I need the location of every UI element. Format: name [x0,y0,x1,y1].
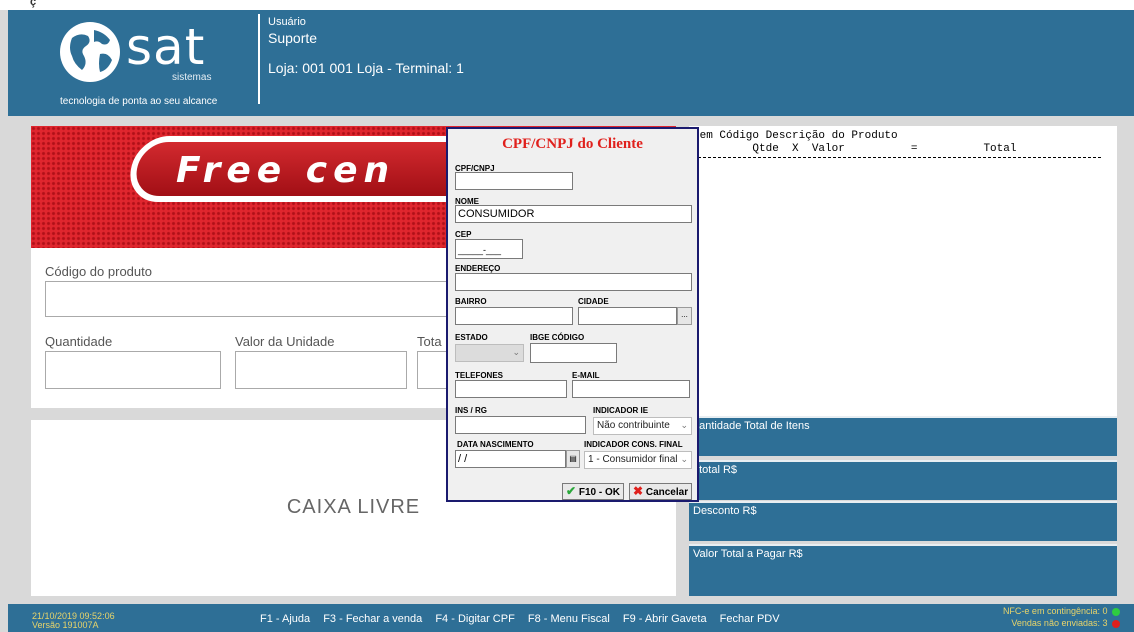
desconto-box: Desconto R$ [689,501,1117,541]
endereco-input[interactable] [455,273,692,291]
cep-input[interactable]: _____-___ [455,239,523,259]
cidade-input[interactable] [578,307,677,325]
status-alert-dot-icon [1112,619,1120,628]
status-footer: 21/10/2019 09:52:06 Versão 191007A F1 - … [8,604,1134,632]
close-icon: ✖ [633,484,644,498]
bairro-label: BAIRRO [455,297,487,306]
vendas-nao-enviadas-line: Vendas não enviadas: 3 [1003,617,1120,629]
shortcut-bar: F1 - Ajuda F3 - Fechar a venda F4 - Digi… [260,613,790,625]
indicador-ie-value: Não contribuinte [597,420,670,431]
codigo-produto-input[interactable] [45,281,455,317]
shortcut-f3-fechar-venda[interactable]: F3 - Fechar a venda [323,613,422,625]
chevron-down-icon: ⌄ [680,454,688,464]
nfc-contingencia-text: NFC-e em contingência: 0 [1002,606,1108,616]
codigo-produto-label: Código do produto [45,264,152,279]
shortcut-f1-ajuda[interactable]: F1 - Ajuda [260,613,310,625]
data-nascimento-input[interactable]: / / [455,450,566,468]
ins-rg-label: INS / RG [455,406,488,415]
email-input[interactable] [572,380,690,398]
valor-total-box: Valor Total a Pagar R$ [689,544,1117,596]
valor-unidade-input[interactable] [235,351,407,389]
indicador-cons-value: 1 - Consumidor final [588,454,678,465]
app-header: sat sistemas tecnologia de ponta ao seu … [8,10,1134,116]
logo-wordmark: sat [126,18,206,76]
banner-text: Free cen [176,150,396,191]
endereco-label: ENDEREÇO [455,264,501,273]
nome-input[interactable]: CONSUMIDOR [455,205,692,223]
quantidade-input[interactable] [45,351,221,389]
nfc-contingencia-line: NFC-e em contingência: 0 [1003,605,1120,617]
indicador-ie-label: INDICADOR IE [593,406,649,415]
user-caption: Usuário [268,16,306,28]
indicador-cons-select[interactable]: 1 - Consumidor final ⌄ [584,451,692,469]
window-title-strip: ç [0,0,1134,10]
valor-total-label: Valor Total a Pagar R$ [693,548,803,560]
estado-select[interactable]: ⌄ [455,344,524,362]
indicador-cons-label: INDICADOR CONS. FINAL [584,440,683,449]
estado-label: ESTADO [455,333,488,342]
cpf-input[interactable] [455,172,573,190]
quantidade-total-box: uantidade Total de Itens [689,416,1117,456]
user-name: Suporte [268,30,318,46]
quantidade-label: Quantidade [45,334,113,349]
status-ok-dot-icon [1112,607,1120,616]
receipt-panel: tem Código Descrição do Produto Qtde X V… [689,126,1117,416]
cidade-browse-button[interactable]: ... [677,307,692,325]
quantidade-total-label: uantidade Total de Itens [693,420,810,432]
shortcut-fechar-pdv[interactable]: Fechar PDV [720,613,780,625]
subtotal-label: btotal R$ [693,464,738,476]
cancel-button[interactable]: ✖ Cancelar [629,483,693,500]
ibge-input[interactable] [530,343,617,363]
data-nascimento-label: DATA NASCIMENTO [457,440,534,449]
ins-rg-input[interactable] [455,416,586,434]
logo-tagline: tecnologia de ponta ao seu alcance [60,96,218,107]
indicador-ie-select[interactable]: Não contribuinte ⌄ [593,417,692,435]
receipt-header-line2: Qtde X Valor = Total [693,143,1017,155]
receipt-header-line1: tem Código Descrição do Produto [693,130,898,142]
ok-button-label: F10 - OK [578,487,620,498]
total-label: Tota [417,334,442,349]
chevron-down-icon: ⌄ [512,347,520,357]
telefones-input[interactable] [455,380,567,398]
ibge-label: IBGE CÓDIGO [530,333,585,342]
globe-icon [60,22,120,82]
shortcut-f4-digitar-cpf[interactable]: F4 - Digitar CPF [435,613,514,625]
nfc-status-block: NFC-e em contingência: 0 Vendas não envi… [1003,605,1120,629]
bairro-input[interactable] [455,307,573,325]
cancel-button-label: Cancelar [645,487,689,498]
valor-unidade-label: Valor da Unidade [235,334,335,349]
vendas-nao-enviadas-text: Vendas não enviadas: 3 [1011,618,1108,628]
ok-button[interactable]: ✔ F10 - OK [562,483,624,500]
cep-label: CEP [455,230,472,239]
footer-datetime-block: 21/10/2019 09:52:06 Versão 191007A [32,612,115,630]
shortcut-f9-abrir-gaveta[interactable]: F9 - Abrir Gaveta [623,613,707,625]
calendar-icon[interactable]: ▤ [566,450,580,468]
email-label: E-MAIL [572,371,600,380]
window-title: ç [30,0,37,8]
dialog-title: CPF/CNPJ do Cliente [502,136,643,152]
check-icon: ✔ [566,484,577,498]
receipt-divider [693,157,1101,158]
chevron-down-icon: ⌄ [680,420,688,430]
store-terminal-info: Loja: 001 001 Loja - Terminal: 1 [268,60,464,76]
subtotal-box: btotal R$ [689,460,1117,500]
header-divider [258,14,260,104]
telefones-label: TELEFONES [455,371,504,380]
sat-logo: sat sistemas tecnologia de ponta ao seu … [58,16,248,110]
cidade-label: CIDADE [578,297,609,306]
cpf-cliente-dialog: CPF/CNPJ do Cliente CPF/CNPJ NOME CONSUM… [446,127,699,502]
logo-subtitle: sistemas [172,72,212,83]
desconto-label: Desconto R$ [693,505,757,517]
footer-version: Versão 191007A [32,620,99,630]
shortcut-f8-menu-fiscal[interactable]: F8 - Menu Fiscal [528,613,610,625]
